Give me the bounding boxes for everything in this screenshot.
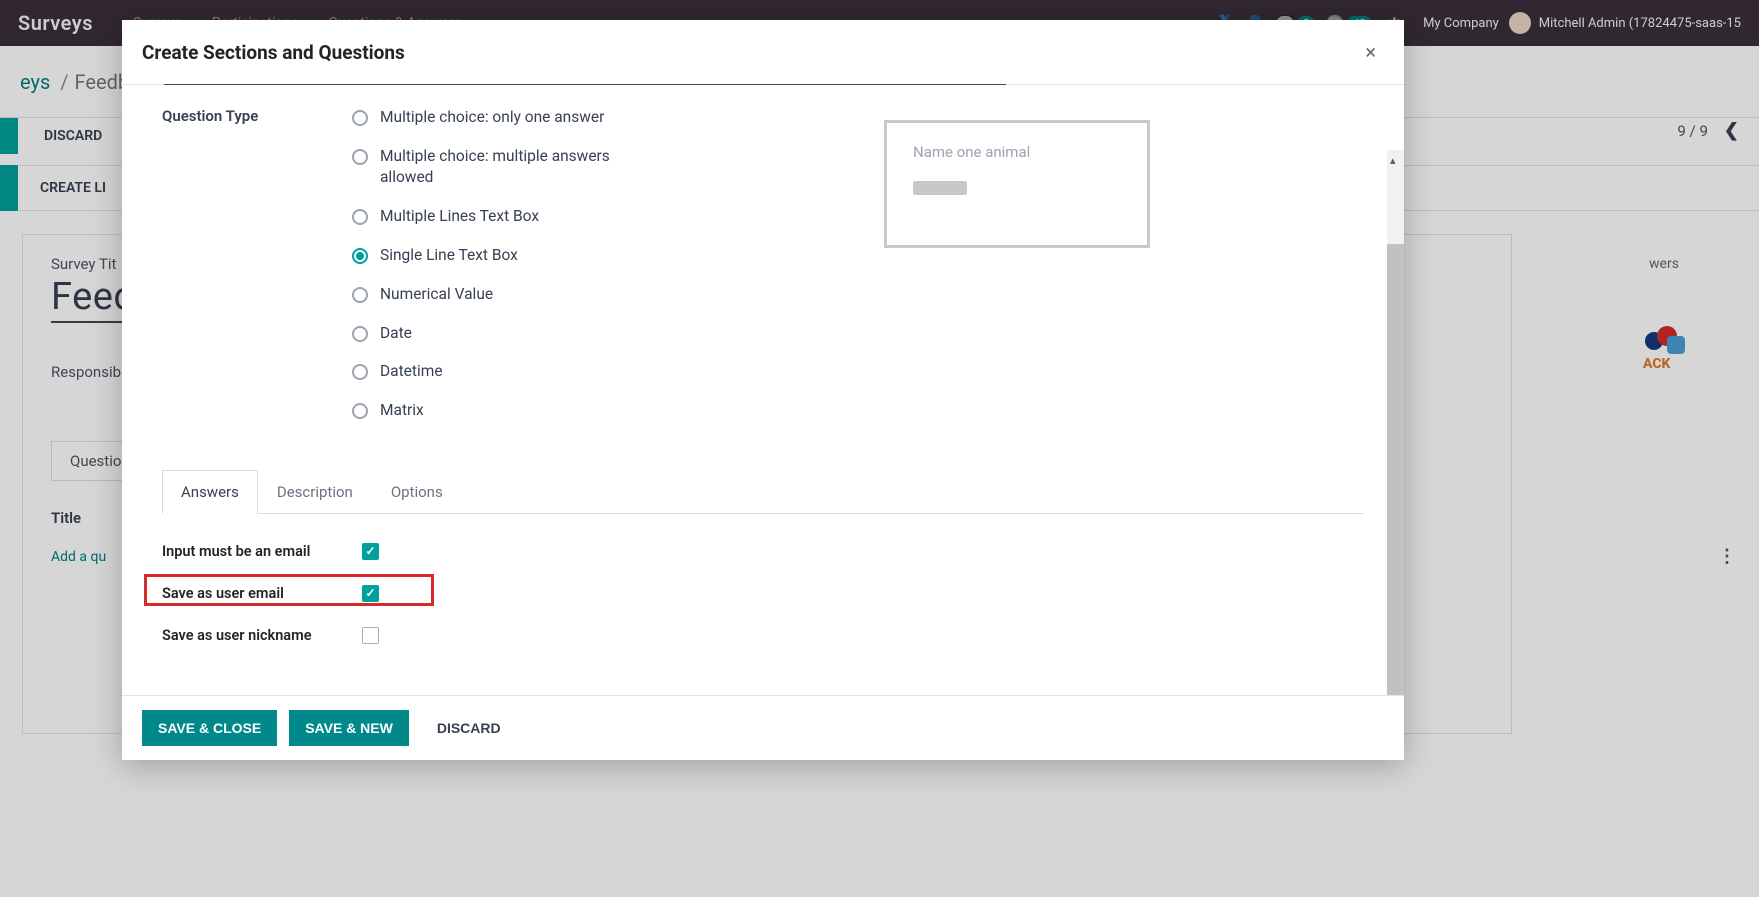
check-label-input-must-be-email: Input must be an email xyxy=(162,543,342,560)
check-label-save-as-user-nickname: Save as user nickname xyxy=(162,627,342,644)
question-type-radio[interactable]: Matrix xyxy=(352,400,1364,421)
preview-answer-stub xyxy=(913,181,967,195)
modal-header: Create Sections and Questions × xyxy=(122,20,1404,84)
modal-title: Create Sections and Questions xyxy=(142,41,405,64)
radio-label: Datetime xyxy=(380,361,443,382)
modal-footer: SAVE & CLOSE SAVE & NEW DISCARD xyxy=(122,695,1404,760)
radio-label: Multiple choice: multiple answers allowe… xyxy=(380,146,660,188)
radio-icon xyxy=(352,287,368,303)
question-type-radio[interactable]: Datetime xyxy=(352,361,1364,382)
modal-dialog: Create Sections and Questions × ▴ ▾ Ques… xyxy=(122,20,1404,760)
question-type-radio[interactable]: Multiple Lines Text Box xyxy=(352,206,1364,227)
radio-label: Matrix xyxy=(380,400,424,421)
preview-text: Name one animal xyxy=(913,143,1121,161)
question-preview: Name one animal xyxy=(884,120,1150,248)
radio-icon xyxy=(352,326,368,342)
question-type-radio[interactable]: Single Line Text Box xyxy=(352,245,1364,266)
save-new-button[interactable]: SAVE & NEW xyxy=(289,710,409,746)
answers-panel: Input must be an email Save as user email… xyxy=(162,514,1364,648)
radio-icon xyxy=(352,149,368,165)
question-type-radio[interactable]: Multiple choice: multiple answers allowe… xyxy=(352,146,1364,188)
save-close-button[interactable]: SAVE & CLOSE xyxy=(142,710,277,746)
modal-tabs: AnswersDescriptionOptions xyxy=(162,469,1364,514)
question-type-label: Question Type xyxy=(162,107,272,439)
question-type-radio[interactable]: Numerical Value xyxy=(352,284,1364,305)
close-icon[interactable]: × xyxy=(1357,38,1384,66)
radio-icon xyxy=(352,248,368,264)
checkbox-input-must-be-email[interactable] xyxy=(362,543,379,560)
radio-icon xyxy=(352,403,368,419)
radio-icon xyxy=(352,110,368,126)
scrollbar-thumb[interactable] xyxy=(1387,244,1404,695)
question-type-options: Multiple choice: only one answer Multiple… xyxy=(352,107,1364,439)
check-row-save-as-user-email: Save as user email xyxy=(162,580,1364,606)
scrollbar-up-icon[interactable]: ▴ xyxy=(1390,154,1401,165)
check-row-save-as-user-nickname: Save as user nickname xyxy=(162,622,1364,648)
tab-options[interactable]: Options xyxy=(372,470,462,514)
radio-icon xyxy=(352,209,368,225)
radio-label: Date xyxy=(380,323,412,344)
check-label-save-as-user-email: Save as user email xyxy=(162,585,342,602)
check-row-input-must-be-email: Input must be an email xyxy=(162,538,1364,564)
header-divider xyxy=(122,84,1404,85)
radio-label: Multiple Lines Text Box xyxy=(380,206,539,227)
question-type-radio[interactable]: Date xyxy=(352,323,1364,344)
discard-button[interactable]: DISCARD xyxy=(421,710,517,746)
tab-answers[interactable]: Answers xyxy=(162,470,258,514)
tab-description[interactable]: Description xyxy=(258,470,372,514)
radio-label: Single Line Text Box xyxy=(380,245,518,266)
radio-label: Multiple choice: only one answer xyxy=(380,107,604,128)
radio-label: Numerical Value xyxy=(380,284,493,305)
checkbox-save-as-user-email[interactable] xyxy=(362,585,379,602)
modal-body: ▴ ▾ Question Type Multiple choice: only … xyxy=(122,84,1404,695)
checkbox-save-as-user-nickname[interactable] xyxy=(362,627,379,644)
question-type-radio[interactable]: Multiple choice: only one answer xyxy=(352,107,1364,128)
radio-icon xyxy=(352,364,368,380)
